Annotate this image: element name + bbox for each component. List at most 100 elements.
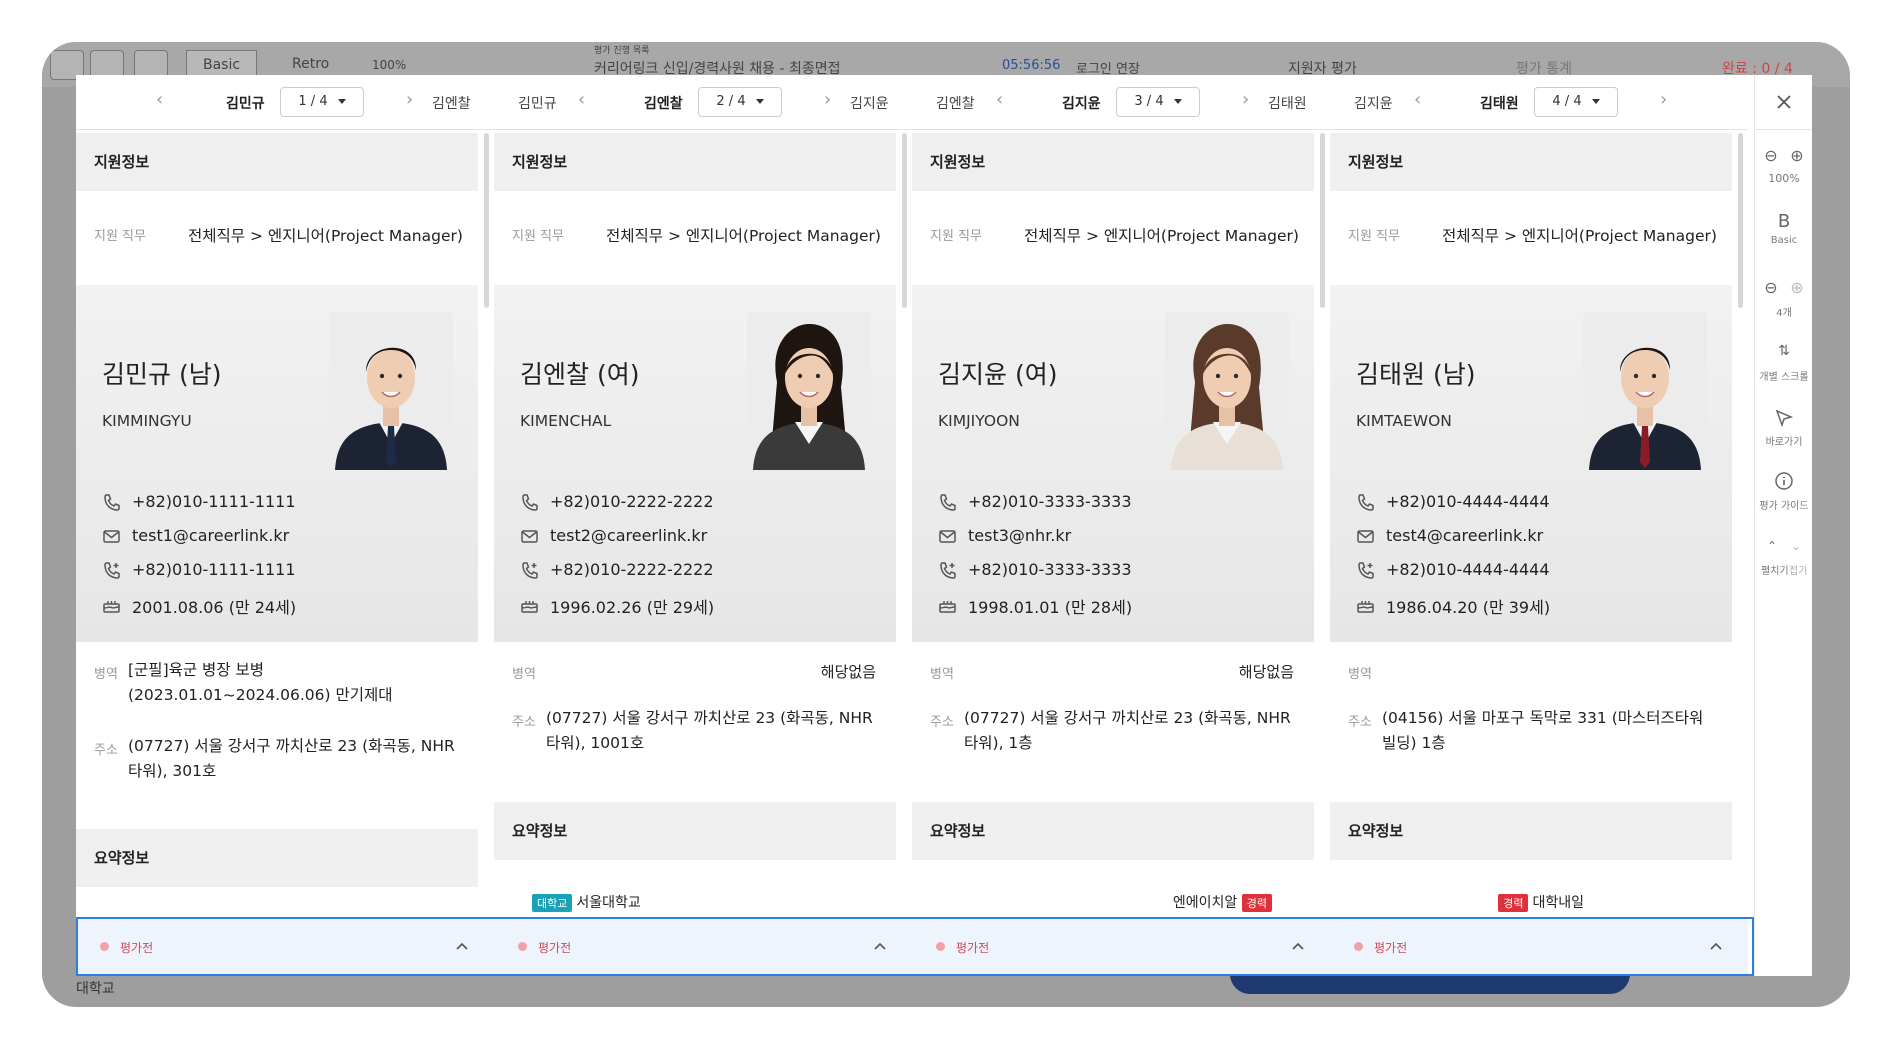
chevron-up-icon[interactable] (1709, 939, 1723, 953)
contact-phone2-value: +82)010-4444-4444 (1386, 560, 1550, 579)
address-label: 주소 (1348, 715, 1372, 730)
chevron-right-icon[interactable]: › (1242, 89, 1249, 110)
profile-card: 김엔찰 (여) KIMENCHAL +82)010-2222-2222 test2@c… (494, 285, 896, 642)
job-value: 전체직무 > 엔지니어(Project Manager) (1442, 227, 1717, 245)
contact-birth-value: 1998.01.01 (만 28세) (968, 598, 1133, 617)
minus-count-icon[interactable]: ⊖ (1760, 278, 1782, 297)
plus-count-icon[interactable]: ⊕ (1786, 278, 1808, 297)
bg-bottom-label: 대학교 (76, 981, 115, 997)
chevron-right-icon[interactable]: › (1660, 89, 1667, 110)
prev-candidate-link[interactable]: 김민규 (518, 93, 557, 113)
prev-candidate-link[interactable]: 김지윤 (1354, 93, 1393, 113)
candidate-select[interactable]: 3 / 4 (1116, 87, 1200, 117)
candidate-select-value: 3 / 4 (1134, 94, 1164, 109)
bg-project-caption: 평가 진행 목록 (594, 46, 650, 56)
zoom-in-icon[interactable]: ⊕ (1786, 146, 1808, 165)
chevron-right-icon[interactable]: › (406, 89, 413, 110)
goto-label: 바로가기 (1765, 437, 1803, 448)
individual-scroll-icon[interactable]: ⇅ (1773, 343, 1795, 359)
contact-phone2-value: +82)010-1111-1111 (132, 560, 296, 579)
chevron-left-icon[interactable]: ‹ (156, 89, 163, 110)
zoom-level: 100% (1768, 172, 1800, 185)
eval-status-bar[interactable]: 평가전 (1330, 917, 1748, 976)
view-mode-icon[interactable]: B (1773, 211, 1795, 232)
caret-down-icon (337, 99, 346, 104)
chevron-left-icon[interactable]: ‹ (996, 89, 1003, 110)
eval-status-bar[interactable]: 평가전 (76, 917, 494, 976)
candidate-nav: 김지윤 ‹ 김태원 4 / 4 › (1330, 75, 1748, 130)
status-dot (100, 942, 109, 951)
scrollbar[interactable] (902, 133, 907, 308)
expand-icon[interactable]: ⌃ (1761, 539, 1783, 553)
info-icon[interactable] (1774, 471, 1794, 491)
chevron-up-icon[interactable] (455, 939, 469, 953)
next-candidate-link[interactable]: 김엔찰 (432, 93, 471, 113)
summary-badge: 경력 (1498, 894, 1529, 912)
candidate-select[interactable]: 1 / 4 (280, 87, 364, 117)
right-toolbar: ⊖ ⊕ 100% B Basic ⊖ ⊕ 4개 ⇅ 개별 스크롤 바로가기 평가 가이드 ⌃ ⌄ 펼치기 접기 (1754, 75, 1812, 976)
candidate-nav: ‹ 김민규 1 / 4 › 김엔찰 (76, 75, 494, 130)
next-candidate-link[interactable]: 김태원 (1268, 93, 1307, 113)
job-row: 지원 직무 전체직무 > 엔지니어(Project Manager) (76, 191, 478, 272)
job-row: 지원 직무 전체직무 > 엔지니어(Project Manager) (494, 191, 896, 272)
collapse-icon[interactable]: ⌄ (1785, 539, 1807, 553)
eval-status-bar[interactable]: 평가전 (494, 917, 912, 976)
profile-card: 김민규 (남) KIMMINGYU +82)010-1111-1111 test1@c… (76, 285, 478, 642)
collapse-label: 접기 (1789, 566, 1808, 577)
candidate-english-name: KIMENCHAL (520, 412, 612, 430)
job-value: 전체직무 > 엔지니어(Project Manager) (188, 227, 463, 245)
status-dot (518, 942, 527, 951)
chevron-left-icon[interactable]: ‹ (1414, 89, 1421, 110)
military-label: 병역 (1348, 667, 1372, 682)
next-candidate-link[interactable]: 김지윤 (850, 93, 889, 113)
close-icon[interactable] (1775, 93, 1793, 111)
candidate-nav: 김민규 ‹ 김엔찰 2 / 4 › 김지윤 (494, 75, 912, 130)
chevron-up-icon[interactable] (1291, 939, 1305, 953)
extra-info: 병역 해당없음 주소 (07727) 서울 강서구 까치산로 23 (화곡동, NHR… (912, 642, 1314, 790)
section-apply-info: 지원정보 (1330, 133, 1732, 191)
military-label: 병역 (94, 667, 118, 682)
extra-info: 병역 [군필]육군 병장 보병 (2023.01.01~2024.06.06) 만… (76, 642, 478, 817)
eval-status-bar[interactable]: 평가전 (912, 917, 1330, 976)
eval-status: 평가전 (538, 941, 572, 955)
candidate-english-name: KIMTAEWON (1356, 412, 1452, 430)
extra-info: 병역 주소 (04156) 서울 마포구 독막로 331 (마스터즈타워 빌딩) 1… (1330, 642, 1732, 790)
candidate-select[interactable]: 2 / 4 (698, 87, 782, 117)
candidate-select[interactable]: 4 / 4 (1534, 87, 1618, 117)
close-area (1755, 75, 1812, 130)
section-apply-info: 지원정보 (494, 133, 896, 191)
address-value: (07727) 서울 강서구 까치산로 23 (화곡동, NHR 타워), 10… (546, 709, 873, 752)
scrollbar[interactable] (484, 133, 489, 308)
candidate-select-value: 4 / 4 (1552, 94, 1582, 109)
contact-birth-value: 1996.02.26 (만 29세) (550, 598, 715, 617)
job-label: 지원 직무 (94, 229, 146, 244)
status-dot (936, 942, 945, 951)
military-label: 병역 (512, 667, 536, 682)
chevron-up-icon[interactable] (873, 939, 887, 953)
job-label: 지원 직무 (1348, 229, 1400, 244)
summary-item: 대학교 서울대학교 (532, 892, 641, 912)
guide-label: 평가 가이드 (1759, 501, 1809, 512)
individual-scroll-label: 개별 스크롤 (1759, 372, 1809, 383)
chevron-right-icon[interactable]: › (824, 89, 831, 110)
contact-phone2-value: +82)010-3333-3333 (968, 560, 1132, 579)
cursor-icon[interactable] (1774, 408, 1794, 428)
view-retro-tab: Retro (292, 56, 330, 72)
bg-timer: 05:56:56 (1002, 58, 1061, 73)
job-row: 지원 직무 전체직무 > 엔지니어(Project Manager) (912, 191, 1314, 272)
candidate-english-name: KIMMINGYU (102, 412, 192, 430)
job-value: 전체직무 > 엔지니어(Project Manager) (1024, 227, 1299, 245)
zoom-out-icon[interactable]: ⊖ (1760, 146, 1782, 165)
chevron-left-icon[interactable]: ‹ (578, 89, 585, 110)
contact-email-value: test3@nhr.kr (968, 526, 1072, 545)
candidate-column: 김지윤 ‹ 김태원 4 / 4 › 지원정보 지원 직무 전체직무 > 엔지니어(Projec… (1330, 75, 1748, 976)
scrollbar[interactable] (1320, 133, 1325, 308)
scrollbar[interactable] (1738, 133, 1743, 308)
candidate-name: 김지윤 (여) (938, 360, 1058, 389)
compare-modal: ‹ 김민규 1 / 4 › 김엔찰지원정보지원 직무 전체직무 > 엔지니어(Projec… (76, 75, 1812, 976)
candidate-select-value: 2 / 4 (716, 94, 746, 109)
contact-phone-value: +82)010-1111-1111 (132, 492, 296, 511)
section-summary: 요약정보 (1330, 802, 1732, 860)
prev-candidate-link[interactable]: 김엔찰 (936, 93, 975, 113)
bg-zoom: 100% (372, 58, 407, 72)
